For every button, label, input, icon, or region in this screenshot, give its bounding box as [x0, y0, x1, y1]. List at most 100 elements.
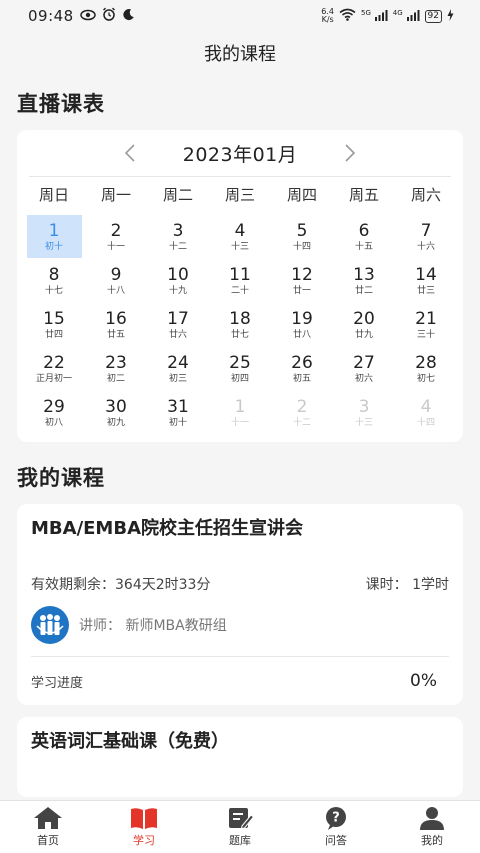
calendar-day[interactable]: 26 初五 [271, 347, 333, 390]
calendar-day[interactable]: 7 十六 [395, 215, 457, 258]
lunar-date: 十九 [168, 285, 187, 296]
lunar-date: 十三 [354, 417, 373, 428]
calendar-day[interactable]: 14 廿三 [395, 259, 457, 302]
course-meta: 有效期剩余：364天2时33分 课时： 1学时 [31, 574, 449, 594]
calendar-day[interactable]: 1 初十 [23, 215, 85, 258]
chevron-left-icon [124, 144, 135, 162]
tab-label: 问答 [325, 834, 347, 847]
lunar-date: 二十 [230, 285, 249, 296]
tab-label: 我的 [421, 834, 443, 847]
svg-text:?: ? [332, 811, 340, 826]
day-number: 23 [105, 352, 127, 373]
calendar-day[interactable]: 21 三十 [395, 303, 457, 346]
calendar-day[interactable]: 30 初九 [85, 391, 147, 434]
alarm-icon [102, 7, 116, 25]
lunar-date: 十一 [230, 417, 249, 428]
calendar-day[interactable]: 23 初二 [85, 347, 147, 390]
day-number: 27 [353, 352, 375, 373]
progress-label: 学习进度 [31, 675, 84, 691]
calendar-card: 2023年01月 周日 周一 周二 周三 周四 周五 周六 1 初十 2 十一 3 十二 4… [17, 130, 463, 442]
calendar-day[interactable]: 22 正月初一 [23, 347, 85, 390]
lunar-date: 十四 [292, 241, 311, 252]
teacher-name: 讲师： 新师MBA教研组 [79, 618, 227, 634]
status-bar: 09:48 6.4 K/s 5G 4G 92 [0, 0, 480, 32]
day-number: 24 [167, 352, 189, 373]
tab-home[interactable]: 首页 [0, 801, 96, 853]
calendar-day[interactable]: 19 廿八 [271, 303, 333, 346]
course-title: 英语词汇基础课（免费） [31, 731, 229, 752]
tab-question-bank[interactable]: 题库 [192, 801, 288, 853]
chevron-right-icon [345, 144, 356, 162]
day-number: 28 [415, 352, 437, 373]
calendar-day[interactable]: 18 廿七 [209, 303, 271, 346]
calendar-day[interactable]: 9 十八 [85, 259, 147, 302]
calendar-day[interactable]: 10 十九 [147, 259, 209, 302]
day-number: 11 [229, 264, 251, 285]
calendar-day[interactable]: 13 廿二 [333, 259, 395, 302]
tab-label: 题库 [229, 834, 251, 847]
next-month-button[interactable] [337, 140, 363, 166]
lunar-date: 十八 [106, 285, 125, 296]
day-number: 31 [167, 396, 189, 417]
status-left: 09:48 [28, 7, 135, 25]
lunar-date: 十四 [416, 417, 435, 428]
course-divider [31, 656, 449, 657]
weekday-label: 周二 [162, 185, 193, 204]
calendar-day[interactable]: 24 初三 [147, 347, 209, 390]
lunar-date: 初十 [168, 417, 187, 428]
prev-month-button[interactable] [117, 140, 143, 166]
teacher-logo-icon [31, 606, 69, 644]
lunar-date: 初九 [106, 417, 125, 428]
calendar-day[interactable]: 25 初四 [209, 347, 271, 390]
day-number: 26 [291, 352, 313, 373]
calendar-day[interactable]: 17 廿六 [147, 303, 209, 346]
weekday-row: 周日 周一 周二 周三 周四 周五 周六 [17, 177, 463, 211]
tab-mine[interactable]: 我的 [384, 801, 480, 853]
course-validity: 有效期剩余：364天2时33分 [31, 577, 211, 593]
day-number: 5 [296, 220, 308, 241]
signal2-tag: 4G [392, 8, 403, 17]
teacher-row: 讲师： 新师MBA教研组 [31, 606, 449, 644]
lunar-date: 初三 [168, 373, 187, 384]
course-title: MBA/EMBA院校主任招生宣讲会 [31, 518, 303, 539]
calendar-day[interactable]: 6 十五 [333, 215, 395, 258]
calendar-day[interactable]: 15 廿四 [23, 303, 85, 346]
day-number: 9 [110, 264, 122, 285]
charging-icon [447, 8, 454, 24]
lunar-date: 十二 [168, 241, 187, 252]
day-number: 19 [291, 308, 313, 329]
wifi-icon [339, 8, 356, 24]
progress-value: 0% [410, 671, 437, 691]
tab-study[interactable]: 学习 [96, 801, 192, 853]
course-card[interactable]: 英语词汇基础课（免费） [17, 717, 463, 797]
day-number: 15 [43, 308, 65, 329]
calendar-day[interactable]: 3 十二 [147, 215, 209, 258]
calendar-day[interactable]: 28 初七 [395, 347, 457, 390]
day-number: 14 [415, 264, 437, 285]
calendar-day[interactable]: 27 初六 [333, 347, 395, 390]
lunar-date: 初六 [354, 373, 373, 384]
calendar-day[interactable]: 20 廿九 [333, 303, 395, 346]
lunar-date: 廿八 [292, 329, 311, 340]
tab-qa[interactable]: ? 问答 [288, 801, 384, 853]
day-number: 22 [43, 352, 65, 373]
lunar-date: 廿六 [168, 329, 187, 340]
calendar-day: 2 十二 [271, 391, 333, 434]
calendar-day[interactable]: 5 十四 [271, 215, 333, 258]
lunar-date: 初八 [44, 417, 63, 428]
calendar-day[interactable]: 8 十七 [23, 259, 85, 302]
calendar-day[interactable]: 12 廿一 [271, 259, 333, 302]
net-speed: 6.4 K/s [321, 8, 334, 24]
calendar-day[interactable]: 4 十三 [209, 215, 271, 258]
calendar-day[interactable]: 16 廿五 [85, 303, 147, 346]
signal-5g-icon: 5G [361, 9, 388, 24]
course-card[interactable]: MBA/EMBA院校主任招生宣讲会 有效期剩余：364天2时33分 课时： 1学… [17, 504, 463, 705]
day-number: 13 [353, 264, 375, 285]
calendar-day[interactable]: 11 二十 [209, 259, 271, 302]
calendar-day[interactable]: 29 初八 [23, 391, 85, 434]
lunar-date: 初十 [44, 241, 63, 252]
day-number: 2 [296, 396, 308, 417]
calendar-day[interactable]: 31 初十 [147, 391, 209, 434]
day-number: 3 [358, 396, 370, 417]
calendar-day[interactable]: 2 十一 [85, 215, 147, 258]
